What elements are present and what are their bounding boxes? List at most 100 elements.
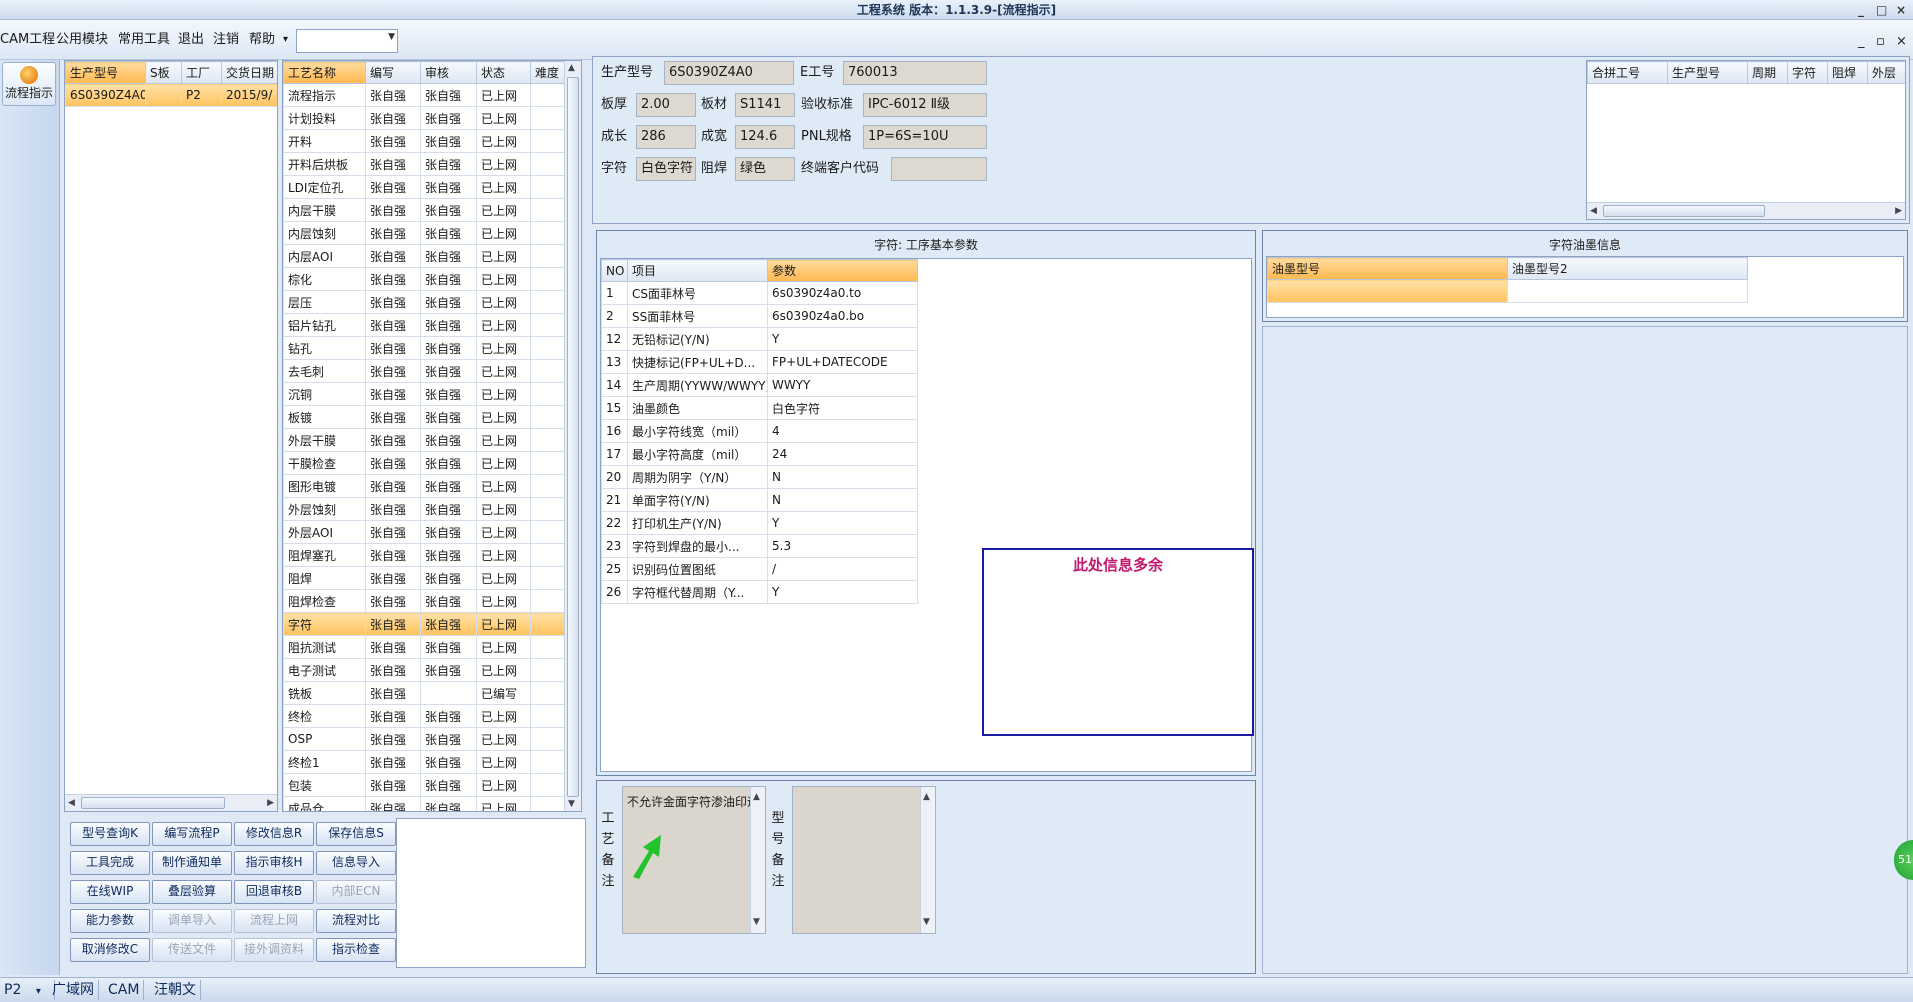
remark-vscrollbar[interactable]: ▲ ▼	[920, 787, 935, 933]
col-header-item[interactable]: 项目	[627, 259, 768, 282]
length-field[interactable]: 286	[636, 125, 696, 149]
col-header-solder-mask[interactable]: 阻焊	[1827, 61, 1868, 84]
table-row[interactable]: 成品仓 张自强 张自强 已上网	[283, 796, 566, 811]
hscroll-thumb[interactable]	[81, 797, 225, 809]
col-header-cycle[interactable]: 周期	[1747, 61, 1788, 84]
menu-tools[interactable]: 常用工具	[118, 30, 170, 50]
close-button[interactable]: ×	[1896, 0, 1906, 20]
col-header-param[interactable]: 参数	[767, 259, 918, 282]
combo-chevron-down-icon[interactable]: ▼	[388, 32, 395, 42]
menu-cam[interactable]: CAM工程	[0, 30, 55, 50]
action-button[interactable]: 工具完成	[70, 851, 150, 875]
table-row[interactable]: 层压 张自强 张自强 已上网	[283, 290, 566, 314]
solder-mask-field[interactable]: 绿色	[735, 157, 795, 181]
col-header-ink-model[interactable]: 油墨型号	[1267, 257, 1508, 280]
ink-table-row[interactable]	[1267, 279, 1748, 303]
status-factory-selector[interactable]: P2 ▾	[0, 980, 55, 1000]
scroll-left-icon[interactable]: ◀	[68, 798, 75, 808]
table-row[interactable]: 外层蚀刻 张自强 张自强 已上网	[283, 497, 566, 521]
customer-code-field[interactable]	[891, 157, 987, 181]
table-row[interactable]: 20 周期为阴字（Y/N） N	[601, 465, 918, 489]
col-header-s-board[interactable]: S板	[145, 61, 182, 84]
scroll-up-icon[interactable]: ▲	[753, 788, 760, 807]
col-header-ink-model-2[interactable]: 油墨型号2	[1507, 257, 1748, 280]
table-row[interactable]: 12 无铅标记(Y/N) Y	[601, 327, 918, 351]
scroll-up-icon[interactable]: ▲	[923, 788, 930, 807]
e-number-field[interactable]: 760013	[843, 61, 987, 85]
table-row[interactable]: 终检1 张自强 张自强 已上网	[283, 750, 566, 774]
hscroll-thumb[interactable]	[1603, 205, 1765, 217]
menu-exit[interactable]: 退出	[178, 30, 204, 50]
table-row[interactable]: 电子测试 张自强 张自强 已上网	[283, 658, 566, 682]
menu-public-module[interactable]: 公用模块	[56, 30, 108, 50]
flow-indicator-nav-button[interactable]: 流程指示	[2, 62, 56, 106]
minimize-button[interactable]: _	[1858, 0, 1864, 20]
table-row[interactable]: 字符 张自强 张自强 已上网	[283, 612, 566, 636]
action-button[interactable]: 指示审核H	[234, 851, 314, 875]
table-row[interactable]: 内层干膜 张自强 张自强 已上网	[283, 198, 566, 222]
table-row[interactable]: 铣板 张自强 已编写	[283, 681, 566, 705]
table-row[interactable]: 板镀 张自强 张自强 已上网	[283, 405, 566, 429]
col-header-delivery-date[interactable]: 交货日期	[221, 61, 277, 84]
scroll-right-icon[interactable]: ▶	[1895, 206, 1902, 216]
model-table-hscrollbar[interactable]: ◀ ▶	[65, 794, 277, 811]
combine-table-hscrollbar[interactable]: ◀ ▶	[1587, 202, 1905, 219]
table-row[interactable]: 15 油墨颜色 白色字符	[601, 396, 918, 420]
table-row[interactable]: 干膜检查 张自强 张自强 已上网	[283, 451, 566, 475]
table-row[interactable]: 外层干膜 张自强 张自强 已上网	[283, 428, 566, 452]
table-row[interactable]: 沉铜 张自强 张自强 已上网	[283, 382, 566, 406]
table-row[interactable]: 26 字符框代替周期（Y... Y	[601, 580, 918, 604]
menu-logout[interactable]: 注销	[213, 30, 239, 50]
col-header-combine-model[interactable]: 生产型号	[1667, 61, 1748, 84]
maximize-button[interactable]: □	[1876, 0, 1887, 20]
col-header-difficulty[interactable]: 难度	[530, 61, 566, 84]
table-row[interactable]: 6S0390Z4A0 P2 2015/9/	[65, 83, 277, 107]
action-button[interactable]: 叠层验算	[152, 880, 232, 904]
table-row[interactable]: 去毛刺 张自强 张自强 已上网	[283, 359, 566, 383]
scroll-up-icon[interactable]: ▲	[568, 63, 575, 73]
table-row[interactable]: 内层蚀刻 张自强 张自强 已上网	[283, 221, 566, 245]
scroll-down-icon[interactable]: ▼	[923, 913, 930, 932]
status-chevron-down-icon[interactable]: ▾	[36, 986, 41, 997]
table-row[interactable]: 包装 张自强 张自强 已上网	[283, 773, 566, 797]
table-row[interactable]: 阻焊检查 张自强 张自强 已上网	[283, 589, 566, 613]
table-row[interactable]: 1 CS面菲林号 6s0390z4a0.to	[601, 281, 918, 305]
model-field[interactable]: 6S0390Z4A0	[664, 61, 794, 85]
table-row[interactable]: 17 最小字符高度（mil） 24	[601, 442, 918, 466]
action-button[interactable]: 内部ECN	[316, 880, 396, 904]
table-row[interactable]: 钻孔 张自强 张自强 已上网	[283, 336, 566, 360]
col-header-combine-no[interactable]: 合拼工号	[1587, 61, 1668, 84]
table-row[interactable]: 阻焊塞孔 张自强 张自强 已上网	[283, 543, 566, 567]
action-button[interactable]: 修改信息R	[234, 822, 314, 846]
vscroll-thumb[interactable]	[567, 77, 579, 797]
table-row[interactable]: 阻抗测试 张自强 张自强 已上网	[283, 635, 566, 659]
action-button[interactable]: 能力参数	[70, 909, 150, 933]
action-button[interactable]: 接外调资料	[234, 938, 314, 962]
col-header-character[interactable]: 字符	[1787, 61, 1828, 84]
table-row[interactable]: 开料后烘板 张自强 张自强 已上网	[283, 152, 566, 176]
help-chevron-down-icon[interactable]: ▾	[283, 30, 288, 50]
model-remark-textarea[interactable]: ▲ ▼	[792, 786, 936, 934]
table-row[interactable]: 阻焊 张自强 张自强 已上网	[283, 566, 566, 590]
menu-help[interactable]: 帮助	[249, 30, 275, 50]
action-button[interactable]: 型号查询K	[70, 822, 150, 846]
scroll-down-icon[interactable]: ▼	[568, 799, 575, 809]
acceptance-standard-field[interactable]: IPC-6012 Ⅱ级	[863, 93, 987, 117]
table-row[interactable]: 终检 张自强 张自强 已上网	[283, 704, 566, 728]
table-row[interactable]: LDI定位孔 张自强 张自强 已上网	[283, 175, 566, 199]
scroll-left-icon[interactable]: ◀	[1590, 206, 1597, 216]
table-row[interactable]: 流程指示 张自强 张自强 已上网	[283, 83, 566, 107]
width-field[interactable]: 124.6	[735, 125, 795, 149]
table-row[interactable]: 外层AOI 张自强 张自强 已上网	[283, 520, 566, 544]
action-button[interactable]: 传送文件	[152, 938, 232, 962]
mdi-minimize-button[interactable]: _	[1858, 32, 1865, 52]
table-row[interactable]: 铝片钻孔 张自强 张自强 已上网	[283, 313, 566, 337]
col-header-outer[interactable]: 外层	[1867, 61, 1905, 84]
action-button[interactable]: 指示检查	[316, 938, 396, 962]
action-button[interactable]: 信息导入	[316, 851, 396, 875]
remark-vscrollbar[interactable]: ▲ ▼	[750, 787, 765, 933]
action-button[interactable]: 保存信息S	[316, 822, 396, 846]
col-header-no[interactable]: NO	[601, 259, 628, 282]
mdi-close-button[interactable]: ×	[1896, 32, 1907, 52]
thickness-field[interactable]: 2.00	[636, 93, 696, 117]
